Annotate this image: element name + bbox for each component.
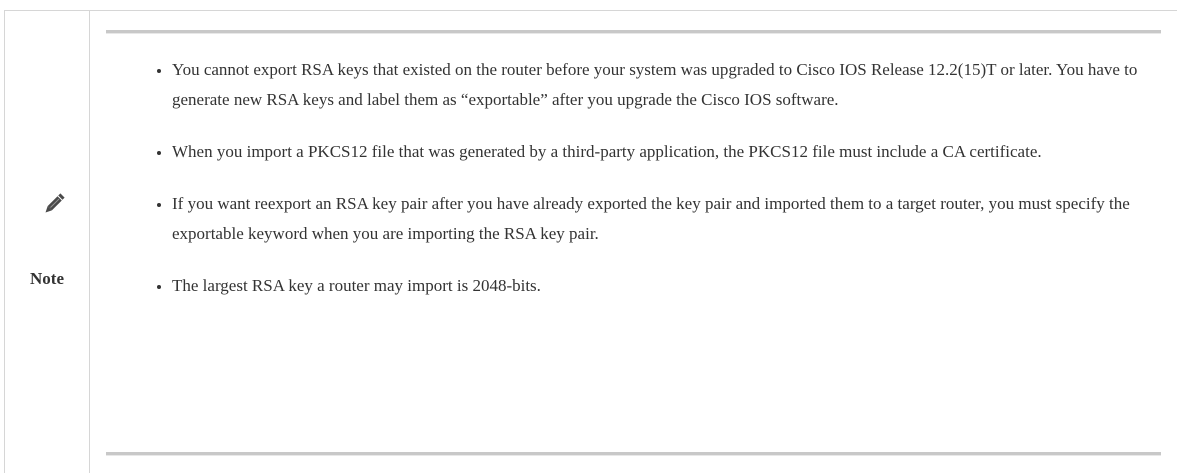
note-column-divider bbox=[89, 10, 90, 473]
list-item: You cannot export RSA keys that existed … bbox=[172, 55, 1177, 115]
note-rule-top bbox=[106, 30, 1161, 34]
note-list: You cannot export RSA keys that existed … bbox=[150, 55, 1177, 323]
note-rule-bottom bbox=[106, 452, 1161, 456]
list-item: If you want reexport an RSA key pair aft… bbox=[172, 189, 1177, 249]
pencil-icon bbox=[41, 191, 67, 217]
note-border-top bbox=[4, 10, 1177, 11]
list-item: When you import a PKCS12 file that was g… bbox=[172, 137, 1177, 167]
list-item: The largest RSA key a router may import … bbox=[172, 271, 1177, 301]
note-box: Note You cannot export RSA keys that exi… bbox=[0, 0, 1177, 473]
note-icon-cell: Note bbox=[5, 11, 89, 473]
note-label: Note bbox=[30, 269, 64, 288]
